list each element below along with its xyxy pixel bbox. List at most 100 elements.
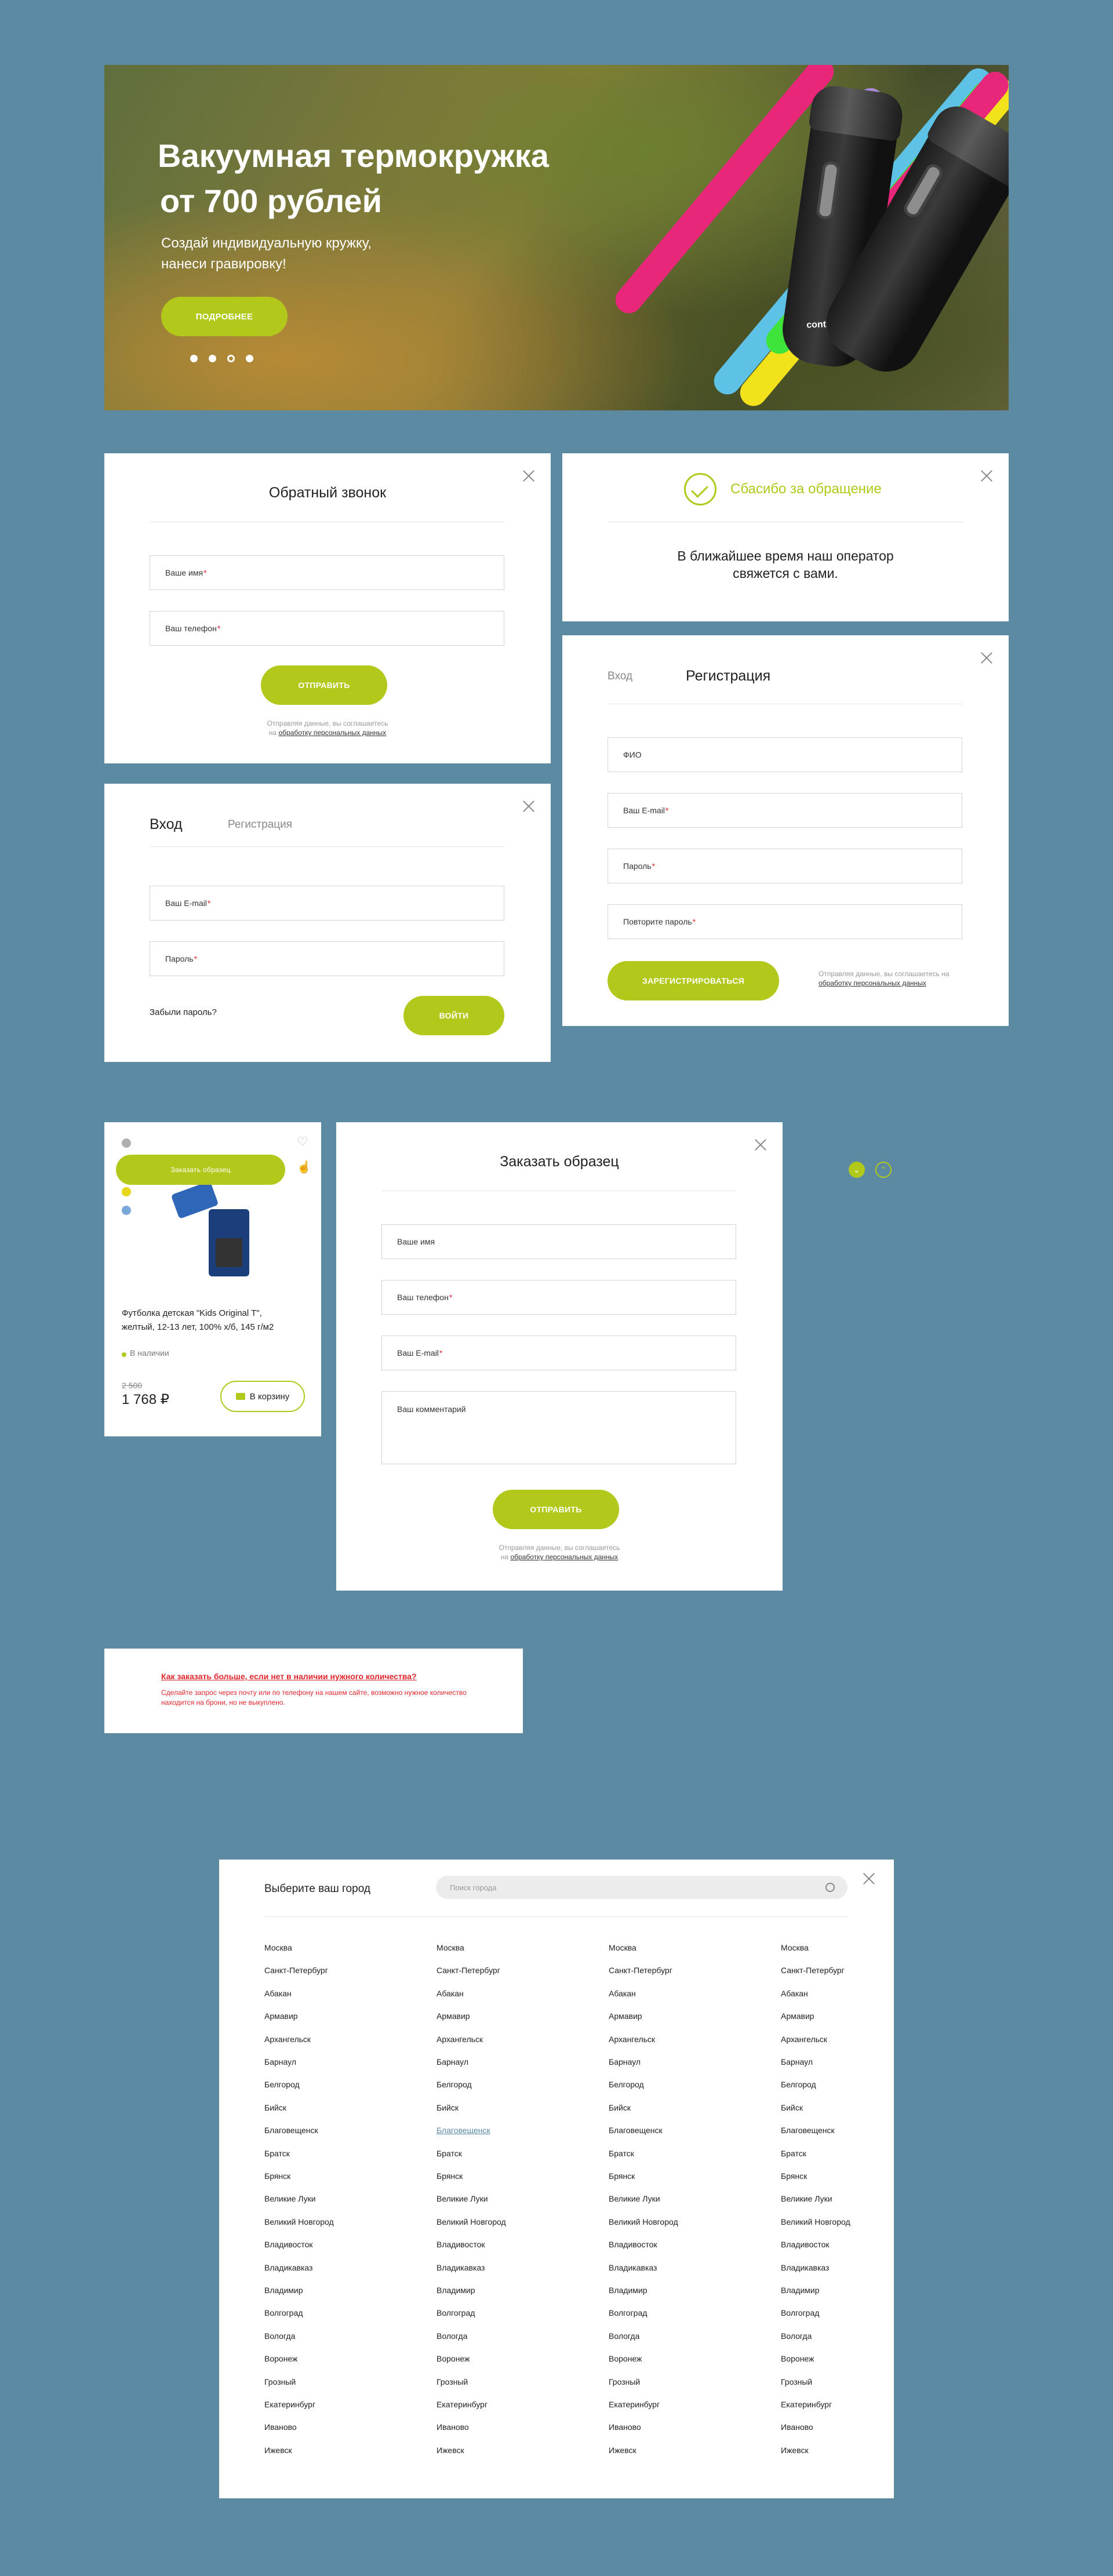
- city-item[interactable]: Вологда: [437, 2331, 467, 2341]
- close-icon[interactable]: [754, 1138, 767, 1151]
- city-search-input[interactable]: Поиск города: [436, 1876, 848, 1899]
- slider-dot[interactable]: [209, 355, 216, 362]
- city-item[interactable]: Грозный: [609, 2377, 640, 2386]
- close-icon[interactable]: [522, 800, 535, 813]
- city-item[interactable]: Брянск: [437, 2171, 463, 2181]
- consent-link[interactable]: обработку персональных данных: [278, 729, 386, 737]
- hero-slider-dots[interactable]: [190, 355, 264, 365]
- city-item[interactable]: Армавир: [781, 2011, 814, 2021]
- heart-icon[interactable]: ♡: [297, 1136, 310, 1148]
- slider-dot-active[interactable]: [227, 355, 235, 362]
- scroll-down-button[interactable]: ⌄: [849, 1162, 865, 1178]
- password-field[interactable]: Пароль *: [150, 941, 504, 976]
- city-item[interactable]: Бийск: [781, 2103, 803, 2112]
- city-item[interactable]: Армавир: [437, 2011, 470, 2021]
- city-item[interactable]: Грозный: [264, 2377, 296, 2386]
- city-item[interactable]: Владимир: [609, 2286, 648, 2295]
- order-sample-button[interactable]: Заказать образец: [116, 1155, 285, 1185]
- city-item[interactable]: Владимир: [781, 2286, 820, 2295]
- city-item[interactable]: Екатеринбург: [264, 2400, 315, 2409]
- city-item[interactable]: Архангельск: [609, 2035, 655, 2044]
- city-item[interactable]: Благовещенск: [264, 2126, 318, 2135]
- city-item[interactable]: Братск: [264, 2149, 290, 2158]
- city-item[interactable]: Барнаул: [781, 2057, 813, 2066]
- city-item[interactable]: Волгоград: [609, 2308, 647, 2317]
- tab-register[interactable]: Регистрация: [228, 818, 292, 831]
- city-item[interactable]: Благовещенск: [437, 2126, 490, 2135]
- city-item[interactable]: Брянск: [264, 2171, 290, 2181]
- city-item[interactable]: Ижевск: [609, 2446, 636, 2455]
- city-item[interactable]: Ижевск: [781, 2446, 809, 2455]
- submit-button[interactable]: ОТПРАВИТЬ: [493, 1490, 619, 1529]
- city-item[interactable]: Барнаул: [609, 2057, 641, 2066]
- consent-link[interactable]: обработку персональных данных: [510, 1553, 618, 1561]
- city-item[interactable]: Санкт-Петербург: [781, 1966, 845, 1975]
- city-item[interactable]: Воронеж: [264, 2354, 297, 2363]
- city-item[interactable]: Воронеж: [781, 2354, 814, 2363]
- city-item[interactable]: Барнаул: [437, 2057, 468, 2066]
- email-field[interactable]: Ваш E-mail *: [150, 886, 504, 920]
- city-item[interactable]: Братск: [609, 2149, 634, 2158]
- city-item[interactable]: Абакан: [264, 1989, 292, 1998]
- city-item[interactable]: Владимир: [437, 2286, 475, 2295]
- city-item[interactable]: Армавир: [264, 2011, 298, 2021]
- city-item[interactable]: Иваново: [781, 2422, 813, 2432]
- city-item[interactable]: Владикавказ: [437, 2263, 485, 2272]
- city-item[interactable]: Владикавказ: [264, 2263, 312, 2272]
- notice-title[interactable]: Как заказать больше, если нет в наличии …: [161, 1672, 417, 1681]
- city-item[interactable]: Братск: [781, 2149, 806, 2158]
- city-item[interactable]: Москва: [264, 1943, 292, 1952]
- city-item[interactable]: Брянск: [609, 2171, 635, 2181]
- city-item[interactable]: Армавир: [609, 2011, 642, 2021]
- city-item[interactable]: Ижевск: [437, 2446, 464, 2455]
- city-item[interactable]: Екатеринбург: [781, 2400, 832, 2409]
- city-item[interactable]: Вологда: [264, 2331, 295, 2341]
- name-field[interactable]: Ваше имя *: [150, 555, 504, 590]
- city-item[interactable]: Брянск: [781, 2171, 807, 2181]
- city-item[interactable]: Иваново: [437, 2422, 469, 2432]
- city-item[interactable]: Владивосток: [437, 2240, 485, 2249]
- name-field[interactable]: Ваше имя: [381, 1224, 736, 1259]
- city-item[interactable]: Благовещенск: [609, 2126, 663, 2135]
- close-icon[interactable]: [980, 470, 993, 482]
- city-item[interactable]: Санкт-Петербург: [609, 1966, 672, 1975]
- city-item[interactable]: Санкт-Петербург: [437, 1966, 500, 1975]
- city-item[interactable]: Братск: [437, 2149, 462, 2158]
- city-item[interactable]: Иваново: [609, 2422, 641, 2432]
- city-item[interactable]: Волгоград: [781, 2308, 819, 2317]
- fio-field[interactable]: ФИО: [608, 737, 962, 772]
- city-item[interactable]: Волгоград: [264, 2308, 303, 2317]
- city-item[interactable]: Воронеж: [609, 2354, 642, 2363]
- product-card[interactable]: ♡ ☝ Заказать образец Футболка детская "K…: [104, 1122, 321, 1436]
- slider-dot[interactable]: [246, 355, 253, 362]
- city-item[interactable]: Бийск: [437, 2103, 459, 2112]
- city-item[interactable]: Архангельск: [437, 2035, 483, 2044]
- city-item[interactable]: Белгород: [264, 2080, 300, 2089]
- city-item[interactable]: Архангельск: [264, 2035, 311, 2044]
- city-item[interactable]: Белгород: [609, 2080, 644, 2089]
- city-item[interactable]: Бийск: [609, 2103, 631, 2112]
- slider-dot[interactable]: [190, 355, 198, 362]
- city-item[interactable]: Москва: [437, 1943, 464, 1952]
- city-item[interactable]: Грозный: [781, 2377, 812, 2386]
- login-button[interactable]: ВОЙТИ: [403, 996, 504, 1035]
- tab-login[interactable]: Вход: [608, 670, 632, 683]
- tab-login-active[interactable]: Вход: [150, 816, 183, 833]
- color-swatch-yellow[interactable]: [122, 1187, 131, 1196]
- forgot-password-link[interactable]: Забыли пароль?: [150, 1007, 217, 1017]
- city-item[interactable]: Вологда: [781, 2331, 812, 2341]
- email-field[interactable]: Ваш E-mail *: [381, 1336, 736, 1370]
- city-item[interactable]: Абакан: [781, 1989, 808, 1998]
- color-swatch-grey[interactable]: [122, 1138, 131, 1148]
- city-item[interactable]: Владикавказ: [781, 2263, 829, 2272]
- hand-pointer-icon[interactable]: ☝: [297, 1160, 311, 1174]
- product-name[interactable]: Футболка детская "Kids Original T", желт…: [122, 1307, 274, 1334]
- tab-register-active[interactable]: Регистрация: [686, 668, 770, 685]
- city-item[interactable]: Великие Луки: [437, 2194, 488, 2203]
- scroll-up-button[interactable]: ⌃: [875, 1162, 892, 1178]
- city-item[interactable]: Вологда: [609, 2331, 639, 2341]
- city-item[interactable]: Абакан: [437, 1989, 464, 1998]
- repeat-password-field[interactable]: Повторите пароль *: [608, 904, 962, 939]
- city-item[interactable]: Санкт-Петербург: [264, 1966, 328, 1975]
- city-item[interactable]: Екатеринбург: [609, 2400, 660, 2409]
